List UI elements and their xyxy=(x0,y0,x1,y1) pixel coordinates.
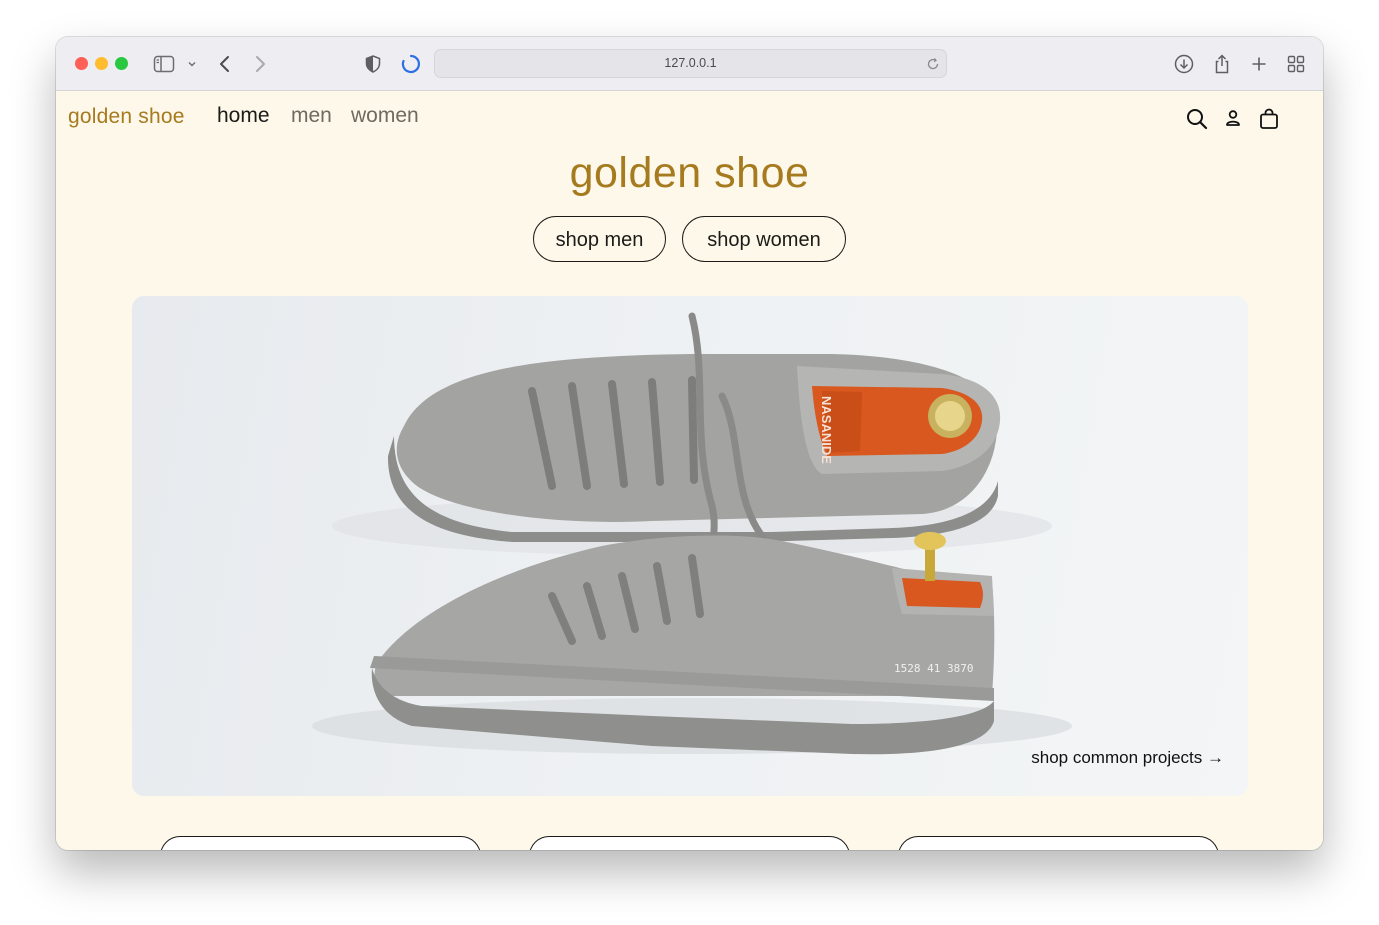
download-icon[interactable] xyxy=(1172,52,1196,76)
forward-arrow-icon[interactable] xyxy=(248,52,272,76)
shield-icon[interactable] xyxy=(361,52,385,76)
shop-common-projects-link[interactable]: shop common projects → xyxy=(1031,748,1224,768)
hero-banner-image[interactable]: NASANIDE 1528 41 3870 shop common projec… xyxy=(132,296,1248,796)
shop-women-button[interactable]: shop women xyxy=(682,216,846,262)
hero-title: golden shoe xyxy=(569,149,810,197)
close-window-button[interactable] xyxy=(75,57,88,70)
address-bar[interactable]: 127.0.0.1 xyxy=(434,49,947,78)
url-text: 127.0.0.1 xyxy=(664,56,717,70)
nav-link-home[interactable]: home xyxy=(217,104,270,128)
zoom-window-button[interactable] xyxy=(115,57,128,70)
browser-window: 127.0.0.1 golden shoe home men women gol… xyxy=(56,37,1323,850)
search-icon[interactable] xyxy=(1186,108,1208,134)
minimize-window-button[interactable] xyxy=(95,57,108,70)
loading-spinner-icon xyxy=(399,52,423,76)
product-card[interactable] xyxy=(160,836,481,850)
insole-brand-text: NASANIDE xyxy=(819,396,834,464)
browser-toolbar: 127.0.0.1 xyxy=(56,37,1323,91)
account-icon[interactable] xyxy=(1225,108,1241,132)
tab-overview-icon[interactable] xyxy=(1284,52,1308,76)
reload-icon[interactable] xyxy=(926,56,940,75)
new-tab-icon[interactable] xyxy=(1247,52,1271,76)
share-icon[interactable] xyxy=(1210,52,1234,76)
site-logo[interactable]: golden shoe xyxy=(68,105,185,129)
bag-icon[interactable] xyxy=(1259,108,1279,134)
sneakers-illustration: NASANIDE 1528 41 3870 xyxy=(312,312,1072,755)
shop-men-button[interactable]: shop men xyxy=(533,216,666,262)
page-content: golden shoe home men women golden shoe s… xyxy=(56,91,1323,850)
product-card[interactable] xyxy=(898,836,1219,850)
sidebar-toggle-icon[interactable] xyxy=(152,52,176,76)
chevron-down-icon[interactable] xyxy=(180,52,204,76)
back-arrow-icon[interactable] xyxy=(213,52,237,76)
shoe-serial-text: 1528 41 3870 xyxy=(894,662,973,675)
nav-link-women[interactable]: women xyxy=(351,104,419,128)
nav-link-men[interactable]: men xyxy=(291,104,332,128)
product-card[interactable] xyxy=(529,836,850,850)
